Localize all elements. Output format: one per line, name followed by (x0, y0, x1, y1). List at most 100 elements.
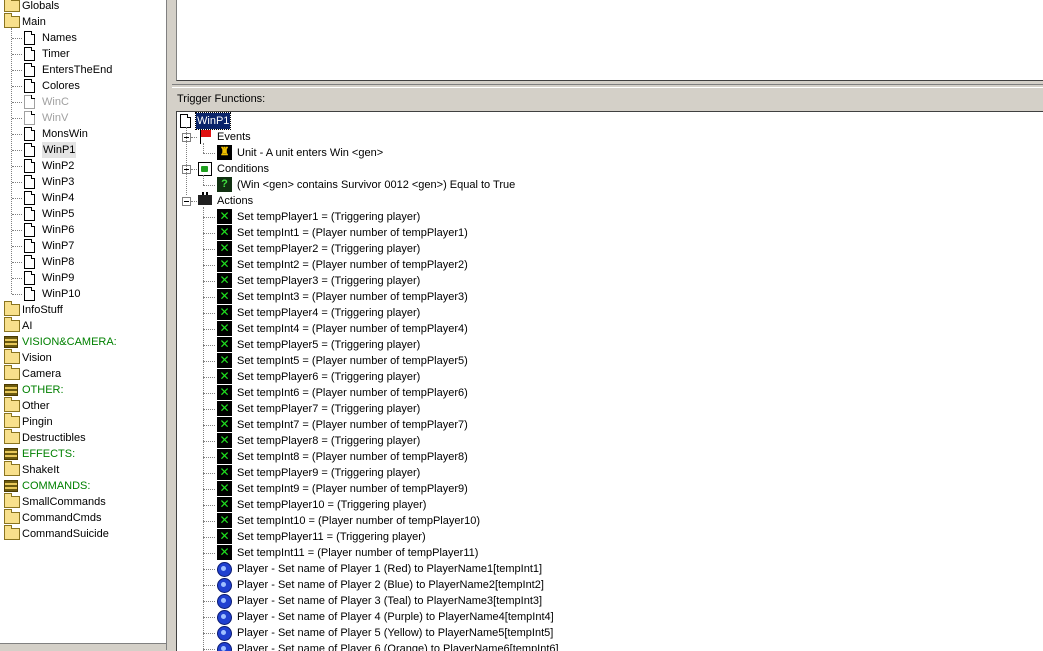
node-label: Set tempInt2 = (Player number of tempPla… (237, 259, 468, 271)
condition-item[interactable]: ? (Win <gen> contains Survivor 0012 <gen>… (177, 177, 1037, 193)
tree-item[interactable]: WinP2 (0, 158, 166, 174)
action-item[interactable]: ✕ Set tempInt6 = (Player number of tempPl… (177, 385, 1037, 401)
tree-guide-line (203, 377, 215, 378)
node-label: Player - Set name of Player 3 (Teal) to … (237, 595, 543, 607)
tree-item[interactable]: CommandCmds (0, 509, 166, 526)
tree-item[interactable]: VISION&CAMERA: (0, 334, 166, 350)
action-item[interactable]: Player - Set name of Player 1 (Red) to P… (177, 561, 1037, 577)
action-item[interactable]: Player - Set name of Player 4 (Purple) t… (177, 609, 1037, 625)
events-node[interactable]: Events (177, 129, 1037, 145)
tree-item[interactable]: EntersTheEnd (0, 62, 166, 78)
tree-item-label: Names (42, 32, 77, 44)
action-item[interactable]: ✕ Set tempInt3 = (Player number of tempPl… (177, 289, 1037, 305)
node-label: Actions (217, 195, 254, 207)
node-label: Set tempPlayer3 = (Triggering player) (237, 275, 421, 287)
tree-item[interactable]: AI (0, 317, 166, 334)
action-item[interactable]: ✕ Set tempInt10 = (Player number of tempP… (177, 513, 1037, 529)
tree-item[interactable]: EFFECTS: (0, 446, 166, 462)
tree-item[interactable]: WinP4 (0, 190, 166, 206)
set-variable-icon: ✕ (217, 369, 232, 384)
action-item[interactable]: ✕ Set tempPlayer8 = (Triggering player) (177, 433, 1037, 449)
tree-guide-line (203, 633, 215, 634)
tree-item[interactable]: MonsWin (0, 126, 166, 142)
action-item[interactable]: ✕ Set tempPlayer9 = (Triggering player) (177, 465, 1037, 481)
action-item[interactable]: ✕ Set tempPlayer11 = (Triggering player) (177, 529, 1037, 545)
action-item[interactable]: ✕ Set tempPlayer10 = (Triggering player) (177, 497, 1037, 513)
tree-item[interactable]: WinC (0, 94, 166, 110)
tree-guide-line (203, 409, 215, 410)
tree-item[interactable]: Main (0, 13, 166, 30)
actions-node[interactable]: Actions (177, 192, 1037, 209)
tree-item-label: WinC (42, 96, 69, 108)
tree-item[interactable]: WinP3 (0, 174, 166, 190)
tree-guide-line (12, 262, 22, 263)
tree-item[interactable]: ShakeIt (0, 461, 166, 478)
action-item[interactable]: ✕ Set tempPlayer2 = (Triggering player) (177, 241, 1037, 257)
action-item[interactable]: ✕ Set tempInt2 = (Player number of tempPl… (177, 257, 1037, 273)
action-item[interactable]: ✕ Set tempPlayer6 = (Triggering player) (177, 369, 1037, 385)
conditions-node[interactable]: Conditions (177, 161, 1037, 177)
tree-item[interactable]: Destructibles (0, 429, 166, 446)
action-item[interactable]: ✕ Set tempInt7 = (Player number of tempPl… (177, 417, 1037, 433)
trigger-tree-panel[interactable]: Globals Main Names Timer EntersTheEnd Colores… (0, 0, 166, 650)
tree-item[interactable]: Globals (0, 0, 166, 14)
node-label: Set tempInt4 = (Player number of tempPla… (237, 323, 468, 335)
tree-item[interactable]: SmallCommands (0, 493, 166, 510)
action-item[interactable]: ✕ Set tempPlayer4 = (Triggering player) (177, 305, 1037, 321)
tree-item[interactable]: WinP5 (0, 206, 166, 222)
tree-item[interactable]: Pingin (0, 413, 166, 430)
event-item[interactable]: ♜ Unit - A unit enters Win <gen> (177, 145, 1037, 161)
splitter-vertical[interactable] (166, 0, 173, 650)
action-item[interactable]: ✕ Set tempPlayer7 = (Triggering player) (177, 401, 1037, 417)
tree-item[interactable]: Vision (0, 349, 166, 366)
tree-item[interactable]: Names (0, 30, 166, 46)
tree-item[interactable]: WinP7 (0, 238, 166, 254)
tree-item[interactable]: Other (0, 397, 166, 414)
tree-item[interactable]: WinP10 (0, 286, 166, 302)
tree-item[interactable]: Colores (0, 78, 166, 94)
action-item[interactable]: ✕ Set tempInt5 = (Player number of tempPl… (177, 353, 1037, 369)
tree-item-label: WinP4 (42, 192, 75, 204)
tree-guide-line (203, 207, 204, 651)
tree-guide-line (203, 265, 215, 266)
tree-item[interactable]: WinP6 (0, 222, 166, 238)
tree-item-label: VISION&CAMERA: (22, 336, 117, 348)
action-item[interactable]: ✕ Set tempPlayer5 = (Triggering player) (177, 337, 1037, 353)
action-item[interactable]: ✕ Set tempInt8 = (Player number of tempPl… (177, 449, 1037, 465)
tree-item[interactable]: WinP8 (0, 254, 166, 270)
trigger-document-icon (24, 271, 35, 285)
tree-item[interactable]: Camera (0, 365, 166, 382)
action-item[interactable]: ✕ Set tempInt4 = (Player number of tempPl… (177, 321, 1037, 337)
action-item[interactable]: ✕ Set tempPlayer1 = (Triggering player) (177, 209, 1037, 225)
action-item[interactable]: ✕ Set tempInt9 = (Player number of tempPl… (177, 481, 1037, 497)
folder-icon (4, 509, 20, 524)
action-item[interactable]: ✕ Set tempInt1 = (Player number of tempPl… (177, 225, 1037, 241)
tree-item[interactable]: COMMANDS: (0, 478, 166, 494)
tree-guide-line (203, 297, 215, 298)
action-item[interactable]: ✕ Set tempPlayer3 = (Triggering player) (177, 273, 1037, 289)
action-item[interactable]: Player - Set name of Player 2 (Blue) to … (177, 577, 1037, 593)
trigger-document-icon (24, 287, 35, 301)
tree-item-label: COMMANDS: (22, 480, 91, 492)
action-item[interactable]: Player - Set name of Player 5 (Yellow) t… (177, 625, 1037, 641)
tree-item[interactable]: WinP1 (0, 142, 166, 158)
node-label: Set tempPlayer6 = (Triggering player) (237, 371, 421, 383)
node-label: Set tempInt10 = (Player number of tempPl… (237, 515, 481, 527)
tree-item[interactable]: InfoStuff (0, 301, 166, 318)
trigger-root-node[interactable]: WinP1 (177, 112, 1037, 130)
tree-item[interactable]: WinV (0, 110, 166, 126)
tree-item[interactable]: Timer (0, 46, 166, 62)
node-label: (Win <gen> contains Survivor 0012 <gen>)… (237, 179, 516, 191)
action-item[interactable]: ✕ Set tempInt11 = (Player number of tempP… (177, 545, 1037, 561)
node-label: Set tempPlayer9 = (Triggering player) (237, 467, 421, 479)
action-item[interactable]: Player - Set name of Player 3 (Teal) to … (177, 593, 1037, 609)
trigger-functions-tree[interactable]: WinP1 Events ♜ Unit - A unit enters Win <ge… (176, 111, 1043, 651)
trigger-comment-panel[interactable] (176, 0, 1043, 81)
tree-item[interactable]: WinP9 (0, 270, 166, 286)
collapse-actions-toggle[interactable] (182, 197, 191, 206)
tree-guide-line (12, 86, 22, 87)
trigger-document-icon (24, 175, 35, 189)
tree-item[interactable]: OTHER: (0, 382, 166, 398)
tree-item[interactable]: CommandSuicide (0, 525, 166, 542)
set-variable-icon: ✕ (217, 241, 232, 256)
